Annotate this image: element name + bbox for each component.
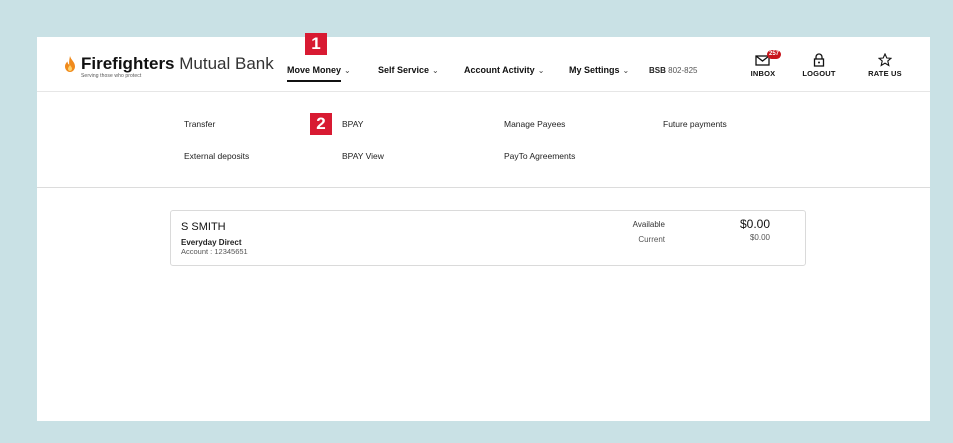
submenu-payto-agreements[interactable]: PayTo Agreements <box>504 151 575 161</box>
chevron-down-icon: ⌄ <box>432 66 439 75</box>
nav-my-settings[interactable]: My Settings ⌄ <box>569 65 629 75</box>
account-card[interactable]: S SMITH Everyday Direct Account : 123456… <box>170 210 806 266</box>
nav-self-service[interactable]: Self Service ⌄ <box>378 65 439 75</box>
submenu-bpay-view[interactable]: BPAY View <box>342 151 384 161</box>
move-money-submenu: Transfer BPAY Manage Payees Future payme… <box>37 92 930 188</box>
top-header: Firefighters Mutual Bank Serving those w… <box>37 37 930 92</box>
bsb-number: BSB 802-825 <box>649 66 697 75</box>
brand-name: Firefighters Mutual Bank <box>81 55 274 72</box>
flame-icon <box>65 56 75 72</box>
inbox-label: INBOX <box>750 69 776 78</box>
submenu-external-deposits[interactable]: External deposits <box>184 151 249 161</box>
account-holder-name: S SMITH <box>181 221 226 233</box>
chevron-down-icon: ⌄ <box>537 66 545 75</box>
nav-account-activity-label: Account Activity <box>464 65 535 75</box>
logout-label: LOGOUT <box>802 69 836 78</box>
submenu-transfer[interactable]: Transfer <box>184 119 215 129</box>
inbox-count-badge: 257 <box>767 50 782 59</box>
app-window: Firefighters Mutual Bank Serving those w… <box>37 33 930 421</box>
brand-name-bold: Firefighters <box>81 54 175 73</box>
chevron-down-icon: ⌄ <box>344 66 351 75</box>
current-balance: $0.00 <box>749 233 770 242</box>
inbox-button[interactable]: 257 INBOX <box>741 50 785 78</box>
rate-us-label: RATE US <box>868 69 902 78</box>
nav-my-settings-label: My Settings <box>569 65 620 75</box>
active-nav-underline <box>287 80 341 82</box>
rate-us-button[interactable]: RATE US <box>863 53 907 78</box>
available-label: Available <box>632 220 665 229</box>
bsb-value: 802-825 <box>668 66 698 75</box>
account-type: Everyday Direct <box>181 238 242 247</box>
brand-name-light: Mutual Bank <box>179 54 274 73</box>
nav-account-activity[interactable]: Account Activity ⌄ <box>464 65 544 75</box>
submenu-bpay[interactable]: BPAY <box>342 119 363 129</box>
logout-button[interactable]: LOGOUT <box>797 53 841 78</box>
brand-tagline: Serving those who protect <box>81 73 142 79</box>
available-balance: $0.00 <box>739 217 770 231</box>
nav-move-money-label: Move Money <box>287 65 342 75</box>
brand-logo[interactable]: Firefighters Mutual Bank Serving those w… <box>64 55 274 79</box>
lock-icon <box>813 53 825 67</box>
nav-self-service-label: Self Service <box>378 65 430 75</box>
bsb-label: BSB <box>649 66 666 75</box>
submenu-manage-payees[interactable]: Manage Payees <box>504 119 565 129</box>
chevron-down-icon: ⌄ <box>622 66 630 75</box>
step-1-badge: 1 <box>305 33 327 55</box>
nav-move-money[interactable]: Move Money ⌄ <box>287 65 351 82</box>
account-number: Account : 12345651 <box>181 247 248 256</box>
star-icon <box>878 53 892 67</box>
submenu-future-payments[interactable]: Future payments <box>663 119 727 129</box>
current-label: Current <box>638 235 665 244</box>
